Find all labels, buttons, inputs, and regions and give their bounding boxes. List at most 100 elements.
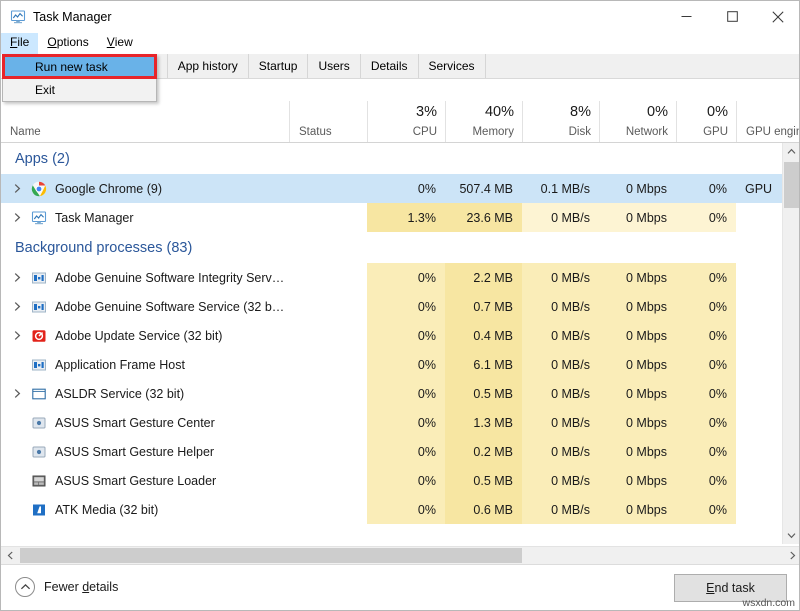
row-name-cell[interactable]: Adobe Genuine Software Integrity Serv… [1, 263, 289, 292]
menu-item-exit-label: Exit [35, 83, 55, 97]
row-name-cell[interactable]: Google Chrome (9) [1, 174, 289, 203]
column-header-memory-value: 40% [485, 104, 514, 120]
row-disk-cell: 0 MB/s [522, 321, 599, 350]
menu-bar: File Options View [1, 32, 800, 54]
table-row[interactable]: Adobe Update Service (32 bit) 0% 0.4 MB … [1, 321, 800, 350]
tab-app-history-label: App history [178, 59, 238, 73]
table-row[interactable]: ASUS Smart Gesture Loader 0% 0.5 MB 0 MB… [1, 466, 800, 495]
column-header-network[interactable]: 0% Network [599, 101, 676, 142]
watermark: wsxdn.com [742, 597, 795, 609]
tab-details[interactable]: Details [361, 54, 419, 78]
fewer-details-button[interactable]: Fewer details [15, 577, 118, 597]
tab-services-label: Services [429, 59, 475, 73]
process-name: Task Manager [55, 211, 134, 225]
table-row[interactable]: Application Frame Host 0% 6.1 MB 0 MB/s … [1, 350, 800, 379]
row-name-cell[interactable]: Adobe Update Service (32 bit) [1, 321, 289, 350]
menu-view[interactable]: View [98, 33, 142, 54]
table-row[interactable]: Adobe Genuine Software Service (32 b… 0%… [1, 292, 800, 321]
table-row[interactable]: ASLDR Service (32 bit) 0% 0.5 MB 0 MB/s … [1, 379, 800, 408]
window-controls [663, 1, 800, 32]
table-row[interactable]: Google Chrome (9) 0% 507.4 MB 0.1 MB/s 0… [1, 174, 800, 203]
scroll-down-button[interactable] [783, 527, 800, 544]
expand-chevron-right-icon[interactable] [11, 329, 24, 342]
column-header-gpu[interactable]: 0% GPU [676, 101, 736, 142]
table-row[interactable]: ASUS Smart Gesture Center 0% 1.3 MB 0 MB… [1, 408, 800, 437]
row-network-cell: 0 Mbps [599, 174, 676, 203]
close-icon [772, 11, 784, 23]
column-header-gpu-engine-label: GPU engine [746, 126, 800, 138]
tab-services[interactable]: Services [419, 54, 486, 78]
column-header-memory[interactable]: 40% Memory [445, 101, 522, 142]
tab-users-label: Users [318, 59, 349, 73]
horizontal-scrollbar-thumb[interactable] [20, 548, 522, 563]
generic-app-icon [31, 270, 47, 286]
column-header-gpu-engine[interactable]: GPU engine [736, 101, 800, 142]
column-header-disk-value: 8% [570, 104, 591, 120]
row-disk-cell: 0 MB/s [522, 437, 599, 466]
row-name-cell[interactable]: ASUS Smart Gesture Helper [1, 437, 289, 466]
row-status-cell [289, 408, 367, 437]
row-status-cell [289, 495, 367, 524]
tab-app-history[interactable]: App history [168, 54, 249, 78]
minimize-button[interactable] [663, 1, 709, 32]
row-name-cell[interactable]: ATK Media (32 bit) [1, 495, 289, 524]
row-gpu-cell: 0% [676, 263, 736, 292]
menu-item-exit[interactable]: Exit [3, 78, 156, 101]
row-memory-cell: 0.5 MB [445, 379, 522, 408]
vertical-scrollbar[interactable] [782, 143, 799, 544]
menu-options[interactable]: Options [38, 33, 97, 54]
scroll-left-button[interactable] [1, 547, 19, 564]
fewer-details-label: Fewer details [44, 580, 118, 594]
row-network-cell: 0 Mbps [599, 321, 676, 350]
scroll-up-button[interactable] [783, 143, 800, 160]
window-title: Task Manager [33, 10, 112, 24]
column-header-status[interactable]: Status [289, 101, 367, 142]
column-header-name[interactable]: Name [1, 101, 289, 142]
expand-chevron-right-icon[interactable] [11, 387, 24, 400]
expand-chevron-right-icon[interactable] [11, 211, 24, 224]
maximize-icon [727, 11, 738, 22]
row-name-cell[interactable]: ASLDR Service (32 bit) [1, 379, 289, 408]
menu-view-accel: V [107, 35, 115, 50]
row-disk-cell: 0 MB/s [522, 263, 599, 292]
close-button[interactable] [755, 1, 800, 32]
table-row[interactable]: ASUS Smart Gesture Helper 0% 0.2 MB 0 MB… [1, 437, 800, 466]
horizontal-scrollbar[interactable] [1, 546, 800, 564]
row-disk-cell: 0 MB/s [522, 466, 599, 495]
row-name-cell[interactable]: Task Manager [1, 203, 289, 232]
row-gpu-cell: 0% [676, 350, 736, 379]
tab-bar-filler [486, 54, 800, 78]
menu-item-run-new-task[interactable]: Run new task [3, 55, 156, 78]
tab-users[interactable]: Users [308, 54, 360, 78]
chevron-left-icon [7, 551, 14, 560]
table-row[interactable]: Task Manager 1.3% 23.6 MB 0 MB/s 0 Mbps … [1, 203, 800, 232]
menu-options-accel: O [47, 35, 56, 50]
process-list[interactable]: Apps (2) [1, 143, 800, 544]
column-header-cpu[interactable]: 3% CPU [367, 101, 445, 142]
row-name-cell[interactable]: ASUS Smart Gesture Loader [1, 466, 289, 495]
file-menu-popup[interactable]: Run new task Exit [2, 54, 157, 102]
group-header-background-processes: Background processes (83) [1, 232, 800, 263]
asus-gesture-icon [31, 415, 47, 431]
expand-chevron-right-icon[interactable] [11, 271, 24, 284]
row-name-cell[interactable]: Adobe Genuine Software Service (32 b… [1, 292, 289, 321]
table-row[interactable]: Adobe Genuine Software Integrity Serv… 0… [1, 263, 800, 292]
tab-startup[interactable]: Startup [249, 54, 309, 78]
chevron-up-icon [787, 148, 796, 155]
column-header-disk-label: Disk [569, 126, 591, 138]
process-name: ASLDR Service (32 bit) [55, 387, 184, 401]
expand-chevron-right-icon[interactable] [11, 300, 24, 313]
menu-file[interactable]: File [1, 33, 38, 54]
vertical-scrollbar-thumb[interactable] [784, 162, 799, 208]
scroll-right-button[interactable] [783, 547, 800, 564]
expand-chevron-right-icon[interactable] [11, 182, 24, 195]
row-disk-cell: 0 MB/s [522, 292, 599, 321]
menu-item-run-new-task-label: Run new task [35, 60, 108, 74]
row-status-cell [289, 203, 367, 232]
table-row[interactable]: ATK Media (32 bit) 0% 0.6 MB 0 MB/s 0 Mb… [1, 495, 800, 524]
maximize-button[interactable] [709, 1, 755, 32]
row-name-cell[interactable]: Application Frame Host [1, 350, 289, 379]
row-cpu-cell: 0% [367, 379, 445, 408]
column-header-disk[interactable]: 8% Disk [522, 101, 599, 142]
row-name-cell[interactable]: ASUS Smart Gesture Center [1, 408, 289, 437]
